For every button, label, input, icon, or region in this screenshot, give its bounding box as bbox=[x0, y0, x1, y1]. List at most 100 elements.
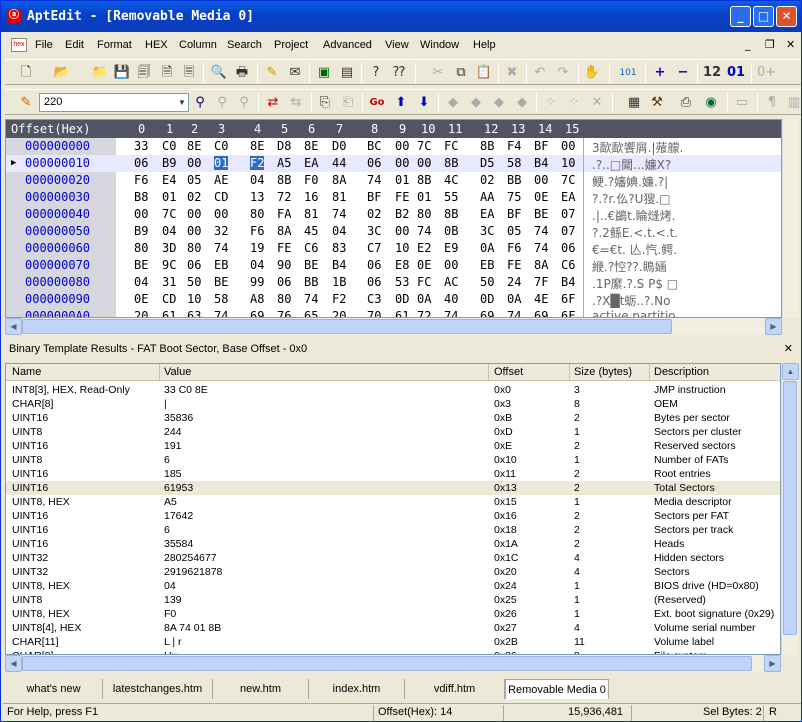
table-row[interactable]: UINT16 35836 0xB 2 Bytes per sector bbox=[6, 411, 780, 425]
hex-byte[interactable]: 74 bbox=[214, 241, 228, 255]
close-button[interactable]: ✕ bbox=[776, 6, 797, 27]
hex-byte[interactable]: AC bbox=[444, 275, 458, 289]
ascii-row[interactable]: 緶.?悾??.瞗婳 bbox=[592, 258, 667, 275]
hex-byte[interactable]: 74 bbox=[332, 207, 346, 221]
hex-byte[interactable]: 07 bbox=[561, 224, 575, 238]
hex-byte[interactable]: 00 bbox=[395, 139, 409, 153]
tab-vdiff[interactable]: vdiff.htm bbox=[405, 679, 505, 699]
hex-byte[interactable]: 6F bbox=[561, 292, 575, 306]
hex-byte[interactable]: 04 bbox=[332, 224, 346, 238]
hex-byte[interactable]: 01 bbox=[417, 190, 431, 204]
hex-byte[interactable]: 74 bbox=[534, 224, 548, 238]
menu-edit[interactable]: Edit bbox=[65, 39, 84, 51]
goto-icon[interactable]: Go bbox=[368, 94, 386, 112]
col-description[interactable]: Description bbox=[654, 366, 709, 378]
hex-byte[interactable]: 7C bbox=[561, 173, 575, 187]
hex-byte[interactable]: 80 bbox=[417, 207, 431, 221]
table-row[interactable]: UINT16 61953 0x13 2 Total Sectors bbox=[6, 481, 780, 495]
save-icon[interactable]: 💾 bbox=[113, 64, 131, 82]
hex-byte[interactable]: B4 bbox=[561, 275, 575, 289]
hex-byte[interactable]: 8B bbox=[277, 173, 291, 187]
hex-byte[interactable]: 32 bbox=[214, 224, 228, 238]
marker-clear-icon[interactable]: ✕ bbox=[588, 94, 606, 112]
table-row[interactable]: UINT8 244 0xD 1 Sectors per cluster bbox=[6, 425, 780, 439]
format-icon[interactable]: ▭ bbox=[733, 94, 751, 112]
hex-byte[interactable]: 61 bbox=[162, 309, 176, 317]
hex-byte[interactable]: 24 bbox=[507, 275, 521, 289]
save-all-icon[interactable]: 🗐 bbox=[135, 64, 153, 82]
hex-byte[interactable]: 05 bbox=[507, 224, 521, 238]
table-row[interactable]: UINT8, HEX F0 0x26 1 Ext. boot signature (0x… bbox=[6, 607, 780, 621]
hex-byte[interactable]: 06 bbox=[367, 156, 381, 170]
table-row[interactable]: UINT8, HEX A5 0x15 1 Media descriptor bbox=[6, 495, 780, 509]
hex-byte[interactable]: 1B bbox=[332, 275, 346, 289]
hex-byte[interactable]: D8 bbox=[277, 139, 291, 153]
hex-byte[interactable]: 01 bbox=[162, 190, 176, 204]
menu-project[interactable]: Project bbox=[274, 39, 308, 51]
hex-byte[interactable]: 0B bbox=[444, 224, 458, 238]
hex-byte[interactable]: 04 bbox=[250, 258, 264, 272]
hex-byte[interactable]: 0E bbox=[534, 190, 548, 204]
menu-view[interactable]: View bbox=[385, 39, 409, 51]
hex-byte[interactable]: FC bbox=[444, 139, 458, 153]
hex-byte[interactable]: 8E bbox=[304, 139, 318, 153]
hex-byte[interactable]: 00 bbox=[417, 156, 431, 170]
hex-byte[interactable]: 9C bbox=[162, 258, 176, 272]
hex-byte[interactable]: B9 bbox=[162, 156, 176, 170]
hex-byte[interactable]: 00 bbox=[395, 224, 409, 238]
email-icon[interactable]: ✉ bbox=[286, 64, 304, 82]
hex-byte[interactable]: AA bbox=[480, 190, 494, 204]
hex-byte[interactable]: 50 bbox=[187, 275, 201, 289]
minimize-button[interactable]: _ bbox=[730, 6, 751, 27]
scroll-right-icon[interactable]: ▶ bbox=[764, 655, 781, 672]
replace-icon[interactable]: ⇄ bbox=[264, 94, 282, 112]
hex-byte[interactable]: 06 bbox=[367, 275, 381, 289]
hex-byte[interactable]: 80 bbox=[277, 292, 291, 306]
new-file-icon[interactable]: 🗋 bbox=[17, 64, 35, 82]
col-name[interactable]: Name bbox=[12, 366, 41, 378]
table-row[interactable]: UINT8[4], HEX 8A 74 01 8B 0x27 4 Volume seri… bbox=[6, 621, 780, 635]
hex-byte[interactable]: 06 bbox=[134, 156, 148, 170]
menu-format[interactable]: Format bbox=[97, 39, 132, 51]
menu-column[interactable]: Column bbox=[179, 39, 217, 51]
table-row[interactable]: UINT8 139 0x25 1 (Reserved) bbox=[6, 593, 780, 607]
hex-byte[interactable]: 3C bbox=[480, 224, 494, 238]
hex-byte[interactable]: 76 bbox=[277, 309, 291, 317]
hex-byte[interactable]: 65 bbox=[304, 309, 318, 317]
ascii-row[interactable]: .?X█t蛎..?.No bbox=[592, 292, 670, 309]
bookmark-next-icon[interactable]: ◆ bbox=[467, 94, 485, 112]
scroll-left-icon[interactable]: ◀ bbox=[5, 318, 22, 335]
hex-byte[interactable]: 61 bbox=[395, 309, 409, 317]
zoom-out-icon[interactable]: − bbox=[674, 64, 692, 82]
scroll-left-icon[interactable]: ◀ bbox=[5, 655, 22, 672]
hex-byte[interactable]: 74 bbox=[214, 309, 228, 317]
goto-pencil-icon[interactable]: ✎ bbox=[17, 94, 35, 112]
find-next-icon[interactable]: ⚲ bbox=[213, 94, 231, 112]
print-icon[interactable]: 🖶 bbox=[233, 64, 251, 82]
hex-byte[interactable]: 00 bbox=[187, 224, 201, 238]
ascii-row[interactable]: €=€t. 亾.忾.鳄. bbox=[592, 241, 677, 258]
ascii-row[interactable]: 鲠.?嬸婰.嬚.?| bbox=[592, 173, 668, 190]
hex-byte[interactable]: 8A bbox=[332, 173, 346, 187]
hex-byte[interactable]: C7 bbox=[367, 241, 381, 255]
terminal-icon[interactable]: ▣ bbox=[315, 64, 333, 82]
ascii-row[interactable]: .1P縻.?.S P$ □ bbox=[592, 275, 678, 292]
template-vertical-scrollbar[interactable]: ▲ bbox=[781, 363, 799, 655]
hex-byte[interactable]: EA bbox=[480, 207, 494, 221]
tab-new[interactable]: new.htm bbox=[213, 679, 309, 699]
hex-byte[interactable]: 80 bbox=[134, 241, 148, 255]
hex-byte[interactable]: F2 bbox=[250, 156, 265, 170]
table-row[interactable]: UINT32 280254677 0x1C 4 Hidden sectors bbox=[6, 551, 780, 565]
hex-byte[interactable]: 00 bbox=[395, 156, 409, 170]
ascii-row[interactable]: .?..□闚...嬚X? bbox=[592, 156, 671, 173]
hex-byte[interactable]: 01 bbox=[214, 156, 229, 170]
hex-byte[interactable]: EA bbox=[561, 190, 575, 204]
hex-byte[interactable]: FE bbox=[507, 258, 521, 272]
read-only-icon[interactable]: ✋ bbox=[583, 64, 601, 82]
hex-byte[interactable]: 69 bbox=[534, 309, 548, 317]
hex-byte[interactable]: C0 bbox=[214, 139, 228, 153]
ascii-row[interactable]: .|..€鷁t.睔熢烤. bbox=[592, 207, 675, 224]
hex-byte[interactable]: CD bbox=[162, 292, 176, 306]
hex-byte[interactable]: 81 bbox=[332, 190, 346, 204]
hex-byte[interactable]: 50 bbox=[480, 275, 494, 289]
